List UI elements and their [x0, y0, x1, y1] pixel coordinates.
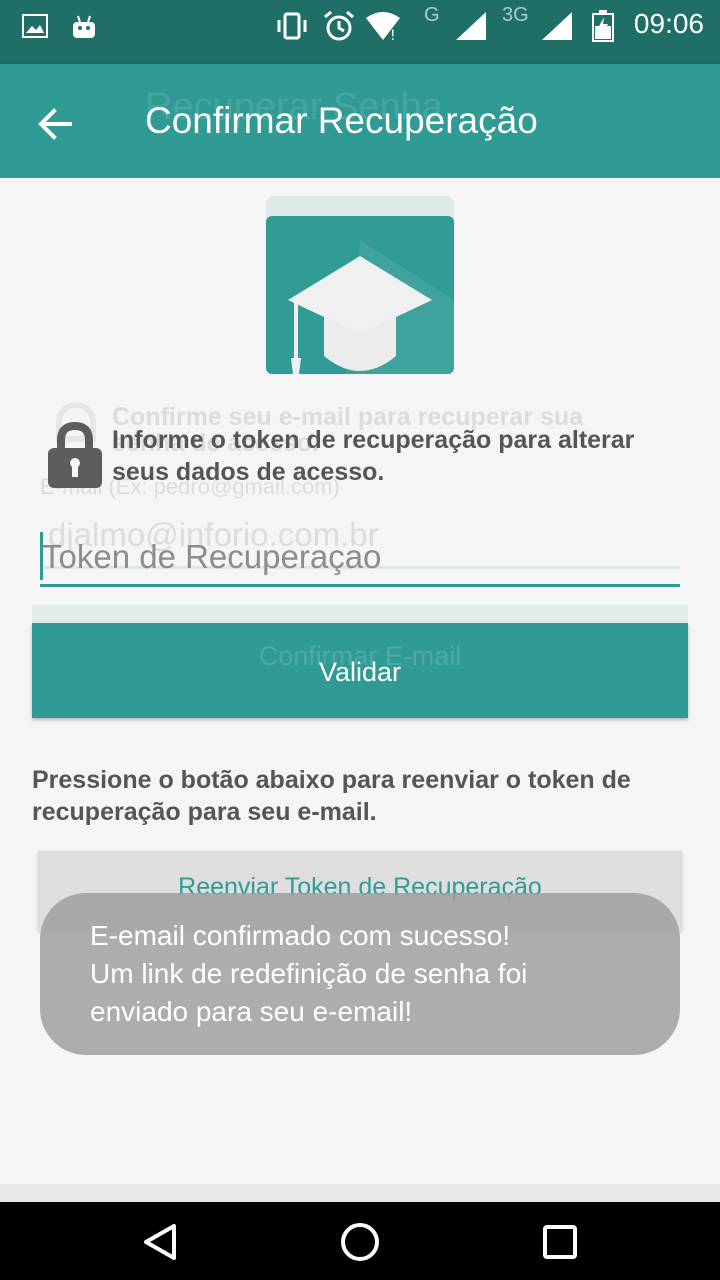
recents-square-icon[interactable]	[530, 1212, 590, 1272]
toast-message: E-email confirmado com sucesso! Um link …	[40, 893, 680, 1055]
info-text: Informe o token de recuperação para alte…	[112, 426, 635, 486]
token-input[interactable]	[40, 530, 680, 584]
status-bar: ! G 3G 09:06	[0, 0, 720, 64]
back-triangle-icon[interactable]	[130, 1212, 190, 1272]
navigation-bar	[0, 1202, 720, 1280]
android-icon	[70, 10, 98, 42]
token-input-wrap	[40, 530, 680, 590]
battery-icon	[592, 10, 614, 42]
alarm-icon	[322, 10, 356, 42]
validate-button-label: Validar	[318, 657, 402, 687]
toast-text: E-email confirmado com sucesso! Um link …	[90, 920, 528, 1027]
lock-icon	[46, 420, 104, 490]
vibrate-icon	[274, 10, 310, 42]
svg-text:!: !	[390, 28, 396, 42]
arrow-back-icon[interactable]	[34, 102, 78, 146]
validate-button[interactable]: Confirmar E-mail Validar	[32, 623, 688, 718]
page-title: Confirmar Recuperação	[145, 100, 538, 141]
resend-instruction-text: Pressione o botão abaixo para reenviar o…	[32, 766, 631, 826]
network-g-label: G	[424, 4, 440, 26]
network-3g-label: 3G	[502, 4, 529, 26]
signal-icon	[540, 10, 574, 42]
wifi-icon: !	[364, 10, 402, 42]
status-time: 09:06	[633, 8, 704, 39]
graduation-cap-logo-icon	[266, 216, 454, 374]
ghost-button-shadow	[32, 605, 688, 623]
image-icon	[22, 10, 48, 42]
text-cursor	[40, 532, 43, 580]
home-circle-icon[interactable]	[330, 1212, 390, 1272]
bottom-strip	[0, 1184, 720, 1202]
signal-icon	[454, 10, 488, 42]
token-input-underline	[40, 584, 680, 587]
app-bar: Recuperar Senha Confirmar Recuperação	[0, 64, 720, 178]
